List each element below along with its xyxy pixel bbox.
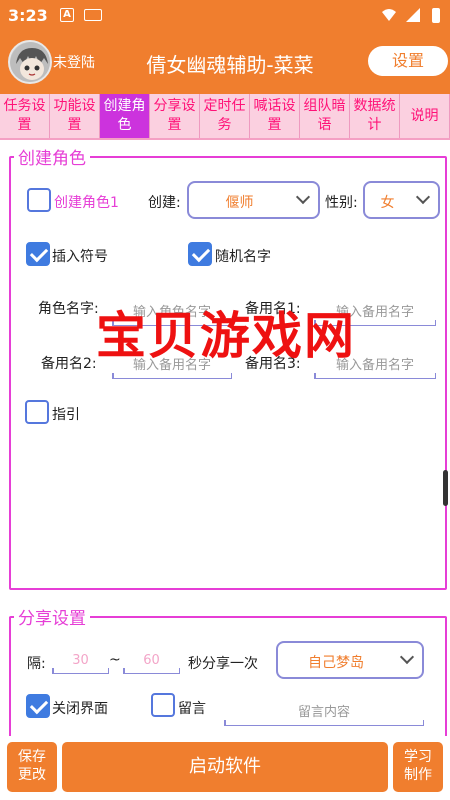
create-role1-label: 创建角色1 <box>54 195 119 211</box>
tab-bar: 任务设置 功能设置 创建角色 分享设置 定时任务 喊话设置 组队暗语 数据统计 … <box>0 94 450 140</box>
create-role-title: 创建角色 <box>14 144 90 169</box>
random-name-checkbox[interactable] <box>188 242 212 266</box>
share-target-select[interactable]: 自己梦岛 <box>276 641 424 679</box>
status-bar: 3:23 A <box>0 0 450 32</box>
app-a-icon: A <box>60 8 74 22</box>
signal-icon <box>406 8 420 22</box>
random-name-label: 随机名字 <box>215 249 271 265</box>
backup2-label: 备用名2: <box>41 356 97 372</box>
start-software-button[interactable]: 启动软件 <box>62 742 388 792</box>
tab-scheduled-tasks[interactable]: 定时任务 <box>200 94 250 138</box>
tab-statistics[interactable]: 数据统计 <box>350 94 400 138</box>
wifi-icon <box>382 9 396 21</box>
share-title: 分享设置 <box>14 604 90 629</box>
interval-unit-label: 秒分享一次 <box>188 656 258 672</box>
create-label: 创建: <box>148 195 181 211</box>
keyboard-icon <box>84 9 102 21</box>
bottom-bar: 保存更改 启动软件 学习制作 <box>0 736 450 800</box>
comment-input[interactable]: 留言内容 <box>224 702 424 726</box>
tab-team-code[interactable]: 组队暗语 <box>300 94 350 138</box>
chevron-down-icon <box>399 649 415 665</box>
tab-share-settings[interactable]: 分享设置 <box>150 94 200 138</box>
share-target-value: 自己梦岛 <box>308 655 364 671</box>
tab-task-settings[interactable]: 任务设置 <box>0 94 50 138</box>
comment-checkbox[interactable] <box>151 693 175 717</box>
gender-select[interactable]: 女 <box>363 181 440 219</box>
avatar-character-icon <box>10 42 50 82</box>
class-select[interactable]: 偃师 <box>187 181 320 219</box>
login-status[interactable]: 未登陆 <box>53 52 95 72</box>
clock: 3:23 <box>8 6 48 25</box>
share-group <box>9 616 447 746</box>
app-header: 未登陆 倩女幽魂辅助-菜菜 设置 <box>0 32 450 94</box>
interval-label: 隔: <box>27 656 46 672</box>
scrollbar-thumb[interactable] <box>443 470 448 506</box>
watermark: 宝贝游戏网 <box>96 306 356 365</box>
app-title: 倩女幽魂辅助-菜菜 <box>146 53 314 77</box>
tab-instructions[interactable]: 说明 <box>400 94 450 138</box>
avatar[interactable] <box>8 40 52 84</box>
close-ui-label: 关闭界面 <box>52 701 108 717</box>
interval-max-input[interactable]: 60 <box>123 650 180 674</box>
chevron-down-icon <box>415 189 431 205</box>
tab-function-settings[interactable]: 功能设置 <box>50 94 100 138</box>
gender-value: 女 <box>380 195 395 211</box>
guide-label: 指引 <box>52 407 80 423</box>
role-name-label: 角色名字: <box>38 301 99 317</box>
tab-shout-settings[interactable]: 喊话设置 <box>250 94 300 138</box>
create-role1-checkbox[interactable] <box>27 188 51 212</box>
interval-separator: ~ <box>109 652 121 668</box>
gender-label: 性别: <box>325 195 358 211</box>
class-value: 偃师 <box>225 195 254 211</box>
battery-icon <box>432 8 440 23</box>
insert-symbol-label: 插入符号 <box>52 249 108 265</box>
comment-label: 留言 <box>178 701 206 717</box>
save-changes-button[interactable]: 保存更改 <box>7 742 57 792</box>
chevron-down-icon <box>295 189 311 205</box>
tab-create-role[interactable]: 创建角色 <box>100 94 150 138</box>
interval-min-input[interactable]: 30 <box>52 650 109 674</box>
insert-symbol-checkbox[interactable] <box>26 242 50 266</box>
learn-making-button[interactable]: 学习制作 <box>393 742 443 792</box>
close-ui-checkbox[interactable] <box>26 694 50 718</box>
settings-button[interactable]: 设置 <box>368 46 448 76</box>
guide-checkbox[interactable] <box>25 400 49 424</box>
